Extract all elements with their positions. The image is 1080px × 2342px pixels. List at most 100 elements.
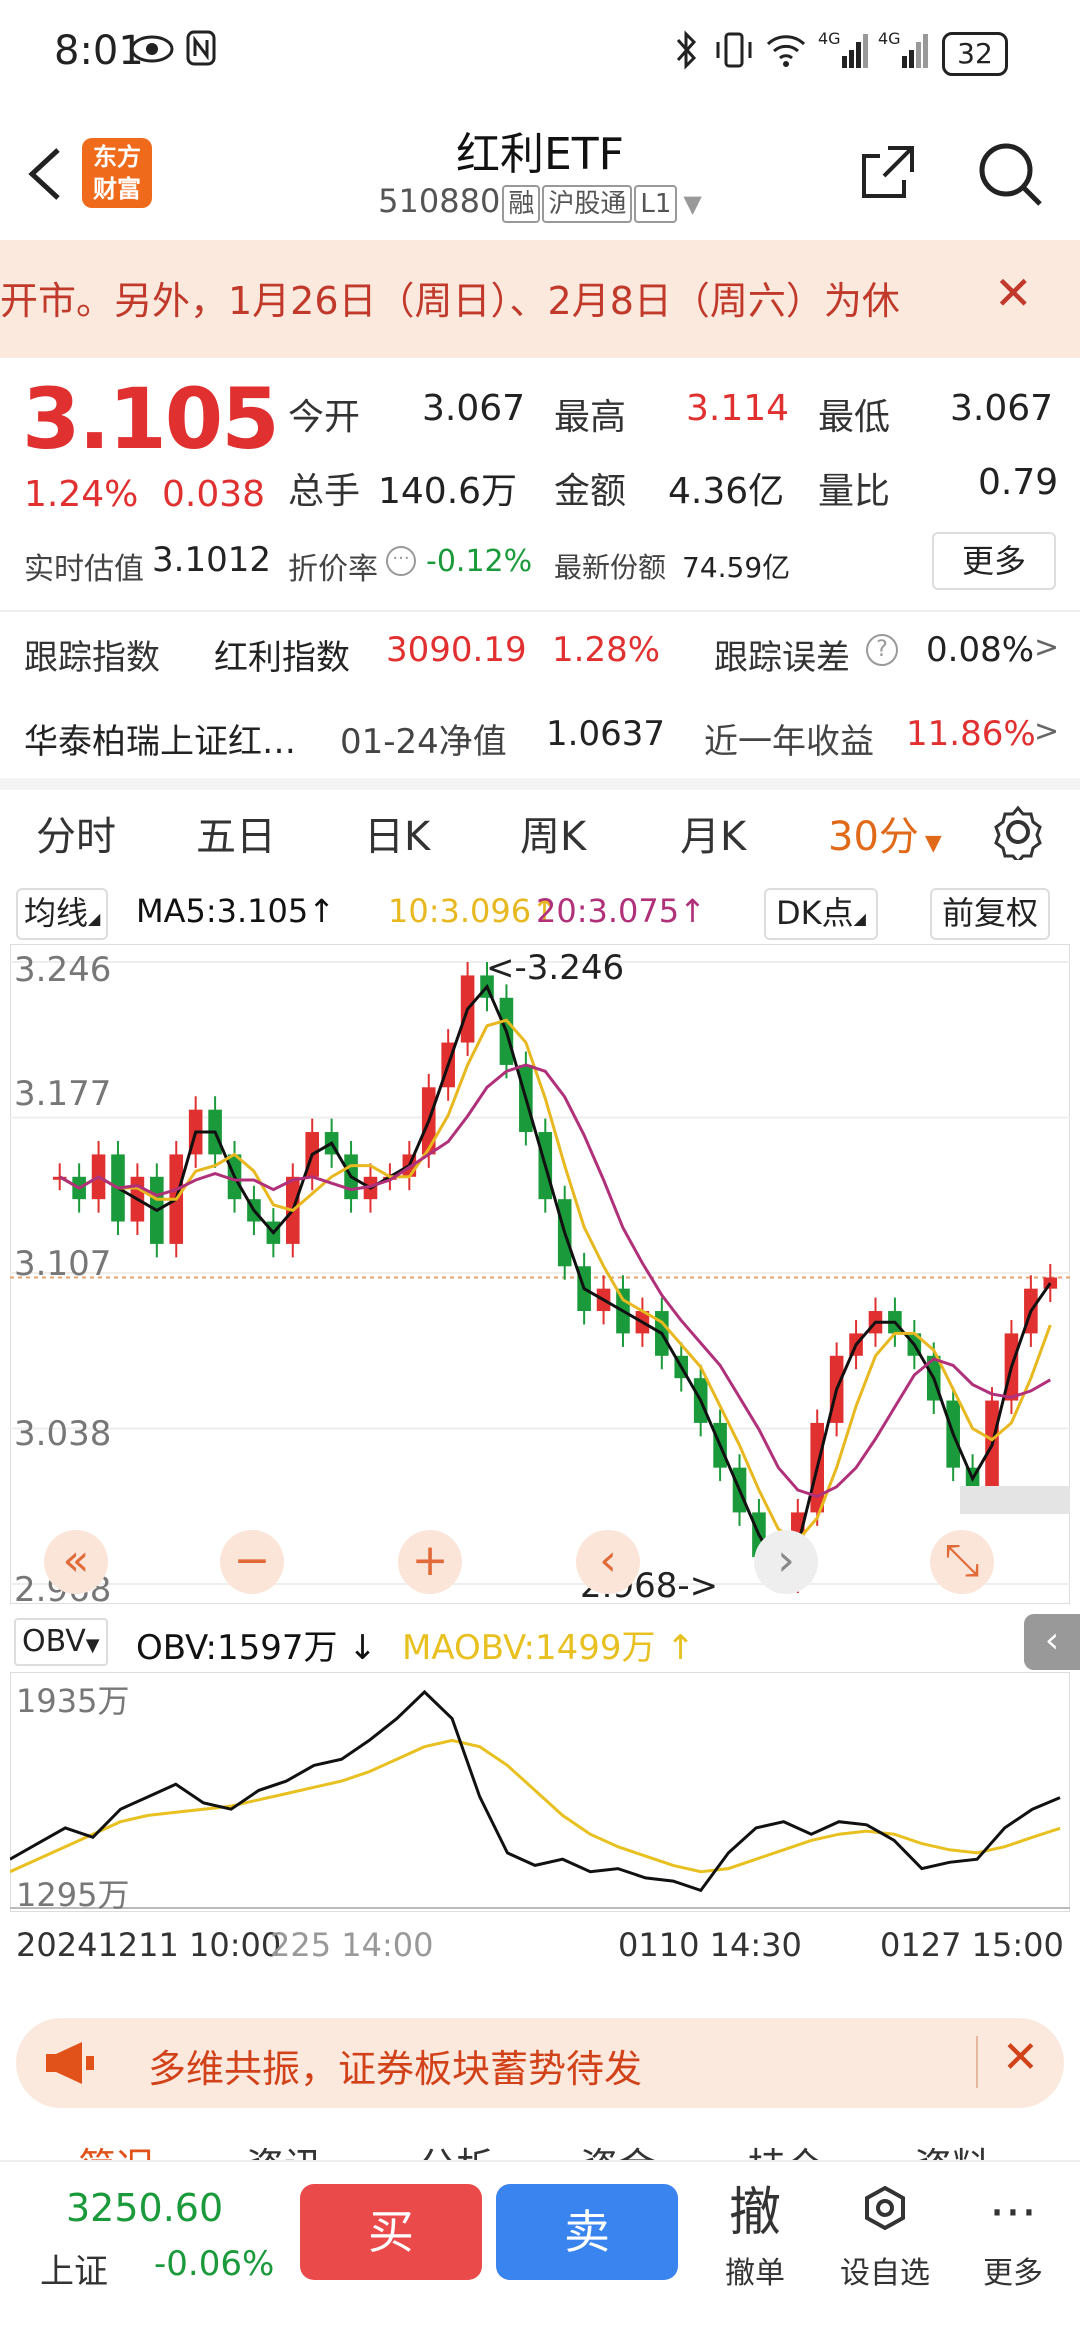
maobv-text: MAOBV:1499万 (402, 1628, 656, 1668)
share-icon[interactable] (858, 142, 918, 202)
volume-ratio-label: 量比 (818, 471, 891, 512)
shares-value: 74.59亿 (682, 551, 791, 584)
tab-holdings[interactable]: 持仓 (748, 2136, 824, 2160)
scroll-left-icon[interactable]: « (44, 1530, 108, 1594)
tab-summary[interactable]: 简况 (78, 2136, 154, 2160)
discount-label: 折价率 (288, 552, 378, 587)
caret-down-icon[interactable]: ▼ (683, 190, 701, 218)
caret-down-icon: ◢ (88, 909, 101, 928)
sell-button[interactable]: 卖 (496, 2184, 678, 2280)
zoom-out-icon[interactable]: − (220, 1530, 284, 1594)
tracking-index-value: 3090.19 (386, 630, 527, 670)
section-gap (0, 778, 1080, 790)
market-index-value[interactable]: 3250.60 (66, 2186, 223, 2230)
fund-name[interactable]: 华泰柏瑞上证红… (24, 714, 296, 763)
battery-level: 32 (957, 37, 993, 70)
y-tick-label: 3.107 (14, 1244, 112, 1284)
amount-label: 金额 (554, 471, 627, 512)
obv-text: OBV:1597万 (136, 1628, 338, 1668)
tracking-index-name[interactable]: 红利指数 (214, 630, 350, 679)
notice-banner[interactable]: 开市。另外，1月26日（周日）、2月8日（周六）为休 ✕ (0, 240, 1080, 358)
shares-label: 最新份额 (554, 551, 667, 584)
gear-icon[interactable] (990, 804, 1046, 860)
ma10-readout: 10:3.096↑ (388, 892, 558, 930)
security-subtitle: 510880 融沪股通 L1 ▼ (0, 182, 1080, 223)
tracking-label: 跟踪指数 (24, 638, 160, 678)
tab-analysis[interactable]: 分析 (418, 2136, 494, 2160)
step-right-icon[interactable]: › (754, 1530, 818, 1594)
cancel-order-button[interactable]: 撤撤单 (700, 2178, 810, 2292)
close-icon[interactable]: ✕ (1002, 2032, 1039, 2083)
obv-frame (10, 1672, 1070, 1912)
help-icon[interactable]: ? (866, 634, 898, 666)
signal-icon-2: 4G (878, 29, 928, 68)
tab-monthly-k[interactable]: 月K (680, 804, 746, 862)
obv-chart[interactable] (10, 1672, 1070, 1912)
tab-news[interactable]: 资讯 (246, 2136, 322, 2160)
kline-chart[interactable] (10, 944, 1070, 1604)
caret-down-icon: ▼ (85, 1635, 100, 1656)
tab-fund-flow[interactable]: 资金 (580, 2136, 656, 2160)
more-menu-button[interactable]: ··· 更多 (958, 2178, 1068, 2292)
x-tick-label: 0110 14:30 (618, 1926, 802, 1964)
search-icon[interactable] (976, 140, 1046, 210)
fullscreen-icon[interactable]: ⤡ (930, 1530, 994, 1594)
tab-five-day[interactable]: 五日 (196, 804, 276, 862)
ma5-readout: MA5:3.105↑ (136, 892, 336, 930)
divider (976, 2036, 978, 2088)
max-annotation: <-3.246 (486, 948, 625, 988)
last-price: 3.105 (22, 370, 280, 468)
chevron-right-icon[interactable]: > (1034, 630, 1059, 665)
low-label: 最低 (818, 397, 891, 438)
volume-label: 总手 (288, 471, 361, 512)
high-label: 最高 (554, 397, 627, 438)
tab-daily-k[interactable]: 日K (364, 804, 430, 862)
more-dots-icon: ··· (989, 2184, 1037, 2242)
battery-icon: 32 (942, 32, 1008, 76)
change-percent: 1.24% (24, 474, 139, 515)
indicator-selector[interactable]: OBV▼ (14, 1618, 108, 1666)
nfc-icon (186, 30, 216, 66)
notice-text: 开市。另外，1月26日（周日）、2月8日（周六）为休 (0, 279, 900, 323)
cancel-label: 撤单 (725, 2256, 785, 2291)
tab-30min[interactable]: 30分 ▼ (828, 804, 942, 862)
svg-text:4G: 4G (818, 29, 841, 48)
zoom-in-icon[interactable]: + (398, 1530, 462, 1594)
adjust-button[interactable]: 前复权 (930, 888, 1051, 940)
dk-label: DK点 (776, 894, 854, 932)
divider (0, 610, 1080, 612)
tracking-index-percent: 1.28% (552, 630, 661, 670)
caret-down-icon: ▼ (924, 831, 942, 856)
nav-value: 1.0637 (546, 714, 665, 754)
tab-weekly-k[interactable]: 周K (520, 804, 586, 862)
wifi-icon (766, 35, 806, 67)
tracking-error-value: 0.08% (926, 630, 1035, 670)
obv-y-tick: 1295万 (16, 1876, 130, 1914)
x-tick-label: 225 14:00 (270, 1926, 434, 1964)
collapse-icon[interactable]: ‹ (1024, 1614, 1080, 1670)
ma10-text: 10:3.096 (388, 892, 532, 930)
more-dots-icon[interactable]: ··· (386, 546, 416, 576)
open-label: 今开 (288, 397, 361, 438)
y-tick-label: 3.246 (14, 950, 112, 990)
tab-profile[interactable]: 资料 (914, 2136, 990, 2160)
obv-readout: OBV:1597万 ↓ (136, 1628, 377, 1668)
scroll-track[interactable] (960, 1486, 1070, 1514)
tab-intraday[interactable]: 分时 (36, 804, 116, 862)
change-amount: 0.038 (162, 474, 266, 515)
close-icon[interactable]: ✕ (994, 266, 1033, 320)
ma-selector[interactable]: 均线◢ (16, 888, 109, 940)
high-value: 3.114 (686, 388, 790, 429)
buy-button[interactable]: 买 (300, 2184, 482, 2280)
watchlist-icon (865, 2185, 905, 2231)
more-button[interactable]: 更多 (932, 532, 1056, 590)
step-left-icon[interactable]: ‹ (576, 1530, 640, 1594)
add-watchlist-button[interactable]: 设自选 (830, 2178, 940, 2292)
x-tick-label: 0127 15:00 (880, 1926, 1064, 1964)
news-banner[interactable]: 多维共振，证券板块蓄势待发 ✕ (16, 2018, 1064, 2108)
tag-level: L1 (634, 185, 678, 223)
chevron-right-icon[interactable]: > (1034, 714, 1059, 749)
vibrate-icon (716, 32, 752, 68)
y-tick-label: 3.177 (14, 1074, 112, 1114)
dk-button[interactable]: DK点◢ (764, 888, 878, 940)
